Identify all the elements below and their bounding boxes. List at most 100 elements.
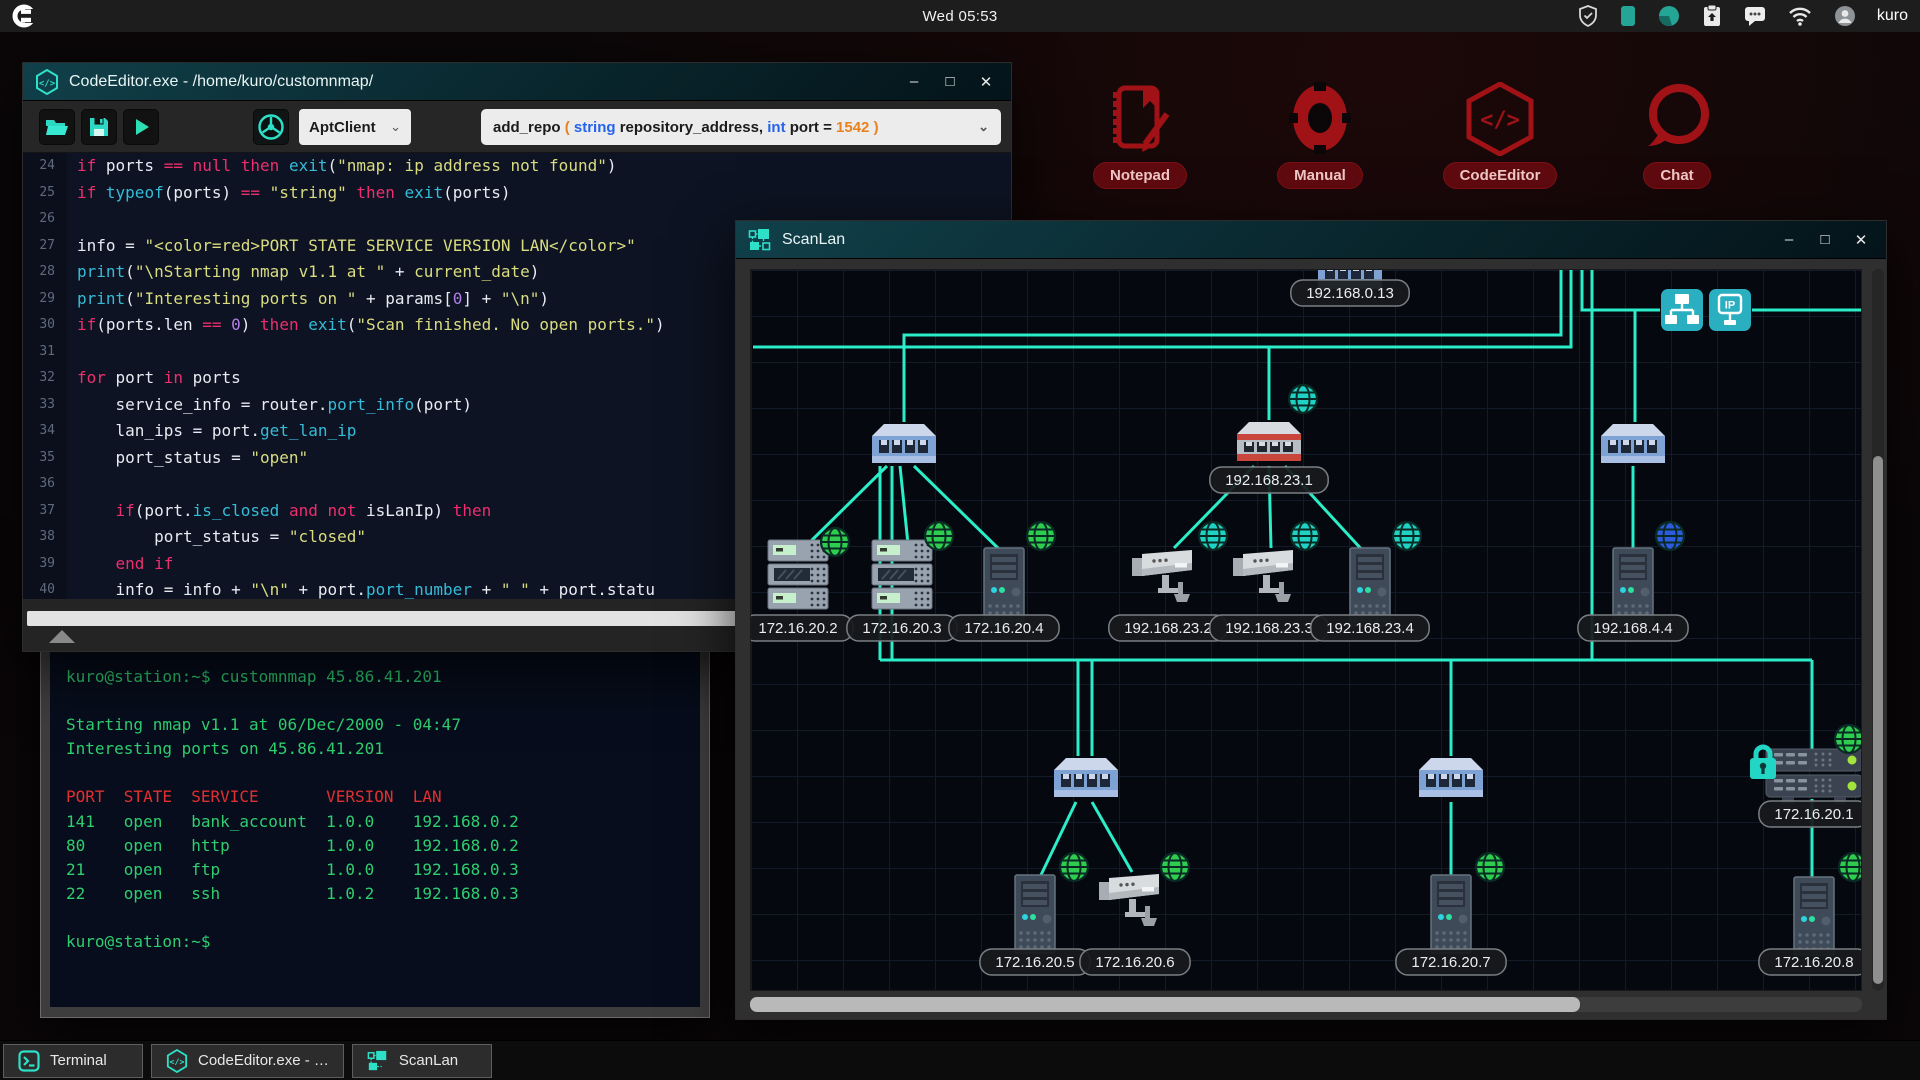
device-label: 172.16.20.3 xyxy=(847,615,957,641)
taskbar-item-terminal[interactable]: Terminal xyxy=(3,1044,143,1078)
node-switch-compromised[interactable] xyxy=(1237,422,1301,461)
close-button[interactable]: ✕ xyxy=(973,73,999,91)
node-computer[interactable] xyxy=(1015,875,1055,953)
terminal-console[interactable]: kuro@station:~$ customnmap 45.86.41.201 … xyxy=(50,651,700,1007)
svg-text:</>: </> xyxy=(170,1056,185,1066)
desktop-icon-notepad[interactable]: Notepad xyxy=(1058,82,1222,189)
network-map[interactable]: 192.168.0.13 IP 192.168.23.1 xyxy=(750,269,1862,991)
svg-text:192.168.23.1: 192.168.23.1 xyxy=(1225,472,1313,489)
taskbar-item-label: CodeEditor.exe - … xyxy=(198,1052,329,1069)
code-line: 25if typeof(ports) == "string" then exit… xyxy=(23,180,1011,207)
map-vertical-scrollbar[interactable] xyxy=(1872,269,1884,991)
save-button[interactable] xyxy=(81,109,117,145)
node-computer[interactable] xyxy=(1794,877,1834,955)
shield-icon[interactable] xyxy=(1577,4,1599,28)
lock-icon xyxy=(1750,747,1776,779)
svg-text:192.168.0.13: 192.168.0.13 xyxy=(1306,285,1394,302)
open-file-button[interactable] xyxy=(39,109,75,145)
desktop-icon-label: Notepad xyxy=(1093,162,1187,189)
map-horizontal-scrollbar[interactable] xyxy=(750,997,1862,1012)
maximize-button[interactable]: □ xyxy=(1812,231,1838,249)
device-label: 192.168.0.13 xyxy=(1291,280,1409,306)
terminal-line: 22 open ssh 1.0.2 192.168.0.3 xyxy=(66,882,684,906)
svg-text:172.16.20.2: 172.16.20.2 xyxy=(758,620,837,637)
svg-text:172.16.20.7: 172.16.20.7 xyxy=(1411,954,1490,971)
taskbar-item-scanlan[interactable]: ScanLan xyxy=(352,1044,492,1078)
svg-text:172.16.20.8: 172.16.20.8 xyxy=(1774,954,1853,971)
globe-icon xyxy=(1060,853,1088,881)
node-server[interactable] xyxy=(872,540,932,609)
minimize-button[interactable]: – xyxy=(1776,231,1802,249)
terminal-line xyxy=(66,689,684,713)
system-tray: kuro xyxy=(1577,0,1908,32)
scanlan-window: ScanLan – □ ✕ 192.168.0.13 IP xyxy=(735,220,1887,1020)
function-signature-select[interactable]: add_repo ( string repository_address, in… xyxy=(481,109,1001,145)
window-title: CodeEditor.exe - /home/kuro/customnmap/ xyxy=(69,73,373,91)
svg-text:172.16.20.6: 172.16.20.6 xyxy=(1095,954,1174,971)
storage-icon[interactable] xyxy=(1657,4,1681,28)
device-label: 192.168.23.1 xyxy=(1210,467,1328,493)
node-switch[interactable] xyxy=(1054,758,1118,797)
globe-icon xyxy=(1161,853,1189,881)
desktop-icon-label: CodeEditor xyxy=(1443,162,1558,189)
globe-icon xyxy=(821,528,849,556)
minimize-button[interactable]: – xyxy=(901,73,927,91)
terminal-icon xyxy=(18,1050,40,1072)
terminal-line: kuro@station:~$ customnmap 45.86.41.201 xyxy=(66,665,684,689)
battery-icon[interactable] xyxy=(1619,4,1637,28)
terminal-line xyxy=(66,761,684,785)
svg-text:</>: </> xyxy=(39,79,56,89)
desktop-icon-label: Manual xyxy=(1277,162,1363,189)
node-switch[interactable] xyxy=(1601,424,1665,463)
globe-icon xyxy=(1199,522,1227,550)
node-router[interactable] xyxy=(1766,749,1862,804)
globe-icon xyxy=(1289,385,1317,413)
desktop-icon-chat[interactable]: Chat xyxy=(1595,82,1759,189)
code-editor-titlebar[interactable]: </> CodeEditor.exe - /home/kuro/customnm… xyxy=(23,63,1011,101)
globe-icon xyxy=(1835,725,1862,753)
terminal-line: 80 open http 1.0.0 192.168.0.2 xyxy=(66,834,684,858)
scanlan-titlebar[interactable]: ScanLan – □ ✕ xyxy=(736,221,1886,259)
node-camera[interactable] xyxy=(1233,550,1293,602)
maximize-button[interactable]: □ xyxy=(937,73,963,91)
svg-text:192.168.23.4: 192.168.23.4 xyxy=(1326,620,1414,637)
scanlan-icon xyxy=(748,228,772,252)
device-label: 172.16.20.8 xyxy=(1759,949,1862,975)
ip-view-button[interactable]: IP xyxy=(1709,289,1751,331)
close-button[interactable]: ✕ xyxy=(1848,231,1874,249)
username[interactable]: kuro xyxy=(1877,7,1908,25)
node-computer[interactable] xyxy=(1431,875,1471,953)
node-switch[interactable] xyxy=(1419,758,1483,797)
node-camera[interactable] xyxy=(1132,550,1192,602)
terminal-line: 141 open bank_account 1.0.0 192.168.0.2 xyxy=(66,810,684,834)
svg-text:192.168.23.2: 192.168.23.2 xyxy=(1124,620,1212,637)
device-label: 172.16.20.6 xyxy=(1080,949,1190,975)
library-select[interactable]: AptClient ⌄ xyxy=(299,109,411,145)
wifi-icon[interactable] xyxy=(1787,4,1813,28)
node-switch[interactable] xyxy=(872,424,936,463)
device-label: 172.16.20.5 xyxy=(980,949,1090,975)
globe-icon xyxy=(1027,522,1055,550)
globe-icon xyxy=(1839,853,1862,881)
messages-icon[interactable] xyxy=(1743,4,1767,28)
globe-icon xyxy=(1291,522,1319,550)
clipboard-icon[interactable] xyxy=(1701,4,1723,28)
desktop-icon-codeeditor[interactable]: </> CodeEditor xyxy=(1418,82,1582,189)
terminal-line: PORT STATE SERVICE VERSION LAN xyxy=(66,785,684,809)
scroll-up-arrow-icon[interactable] xyxy=(49,630,75,643)
apt-client-icon[interactable] xyxy=(253,109,289,145)
taskbar-item-codehex[interactable]: </> CodeEditor.exe - … xyxy=(151,1044,344,1078)
node-server[interactable] xyxy=(768,540,828,609)
svg-text:172.16.20.4: 172.16.20.4 xyxy=(964,620,1043,637)
node-camera[interactable] xyxy=(1099,874,1159,926)
desktop-icon-manual[interactable]: Manual xyxy=(1238,82,1402,189)
code-editor-toolbar: AptClient ⌄ add_repo ( string repository… xyxy=(23,101,1011,153)
lan-view-button[interactable] xyxy=(1661,289,1703,331)
terminal-line: Starting nmap v1.1 at 06/Dec/2000 - 04:4… xyxy=(66,713,684,737)
terminal-line xyxy=(66,906,684,930)
user-avatar[interactable] xyxy=(1833,4,1857,28)
terminal-line: kuro@station:~$ xyxy=(66,930,684,954)
device-label: 172.16.20.1 xyxy=(1759,801,1862,827)
svg-text:172.16.20.5: 172.16.20.5 xyxy=(995,954,1074,971)
run-button[interactable] xyxy=(123,109,159,145)
